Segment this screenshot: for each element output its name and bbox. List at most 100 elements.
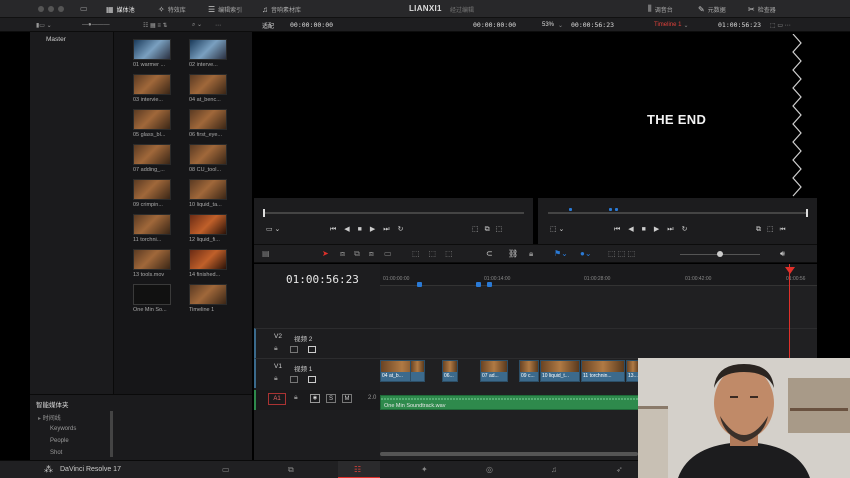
media-clip[interactable]: 04 at_benc... [189,74,231,103]
mute-button[interactable]: M [342,394,352,403]
media-clip[interactable]: 14 finished... [189,249,231,278]
tab-edit-index[interactable]: ☰ 编辑索引 [208,4,242,14]
tab-effects[interactable]: ✧ 特效库 [158,4,186,14]
media-clip[interactable]: 08 CU_tool... [189,144,231,173]
more-options-icon[interactable]: ⋯ [215,20,221,30]
video-clip[interactable]: 06... [442,360,458,382]
media-clip[interactable]: 11 torchni... [133,214,175,243]
playhead[interactable] [789,264,790,366]
track-enable-icon[interactable] [308,346,316,353]
video-clip[interactable]: 10 liquid_t... [540,360,580,382]
timeline-zoom-handle[interactable] [717,251,723,257]
program-scrubber[interactable] [548,212,806,214]
color-page-icon[interactable]: ◎ [486,465,493,474]
smart-bins-scrollbar[interactable] [110,411,113,457]
program-marker[interactable] [569,208,572,211]
source-scrub-head[interactable] [263,209,265,217]
fusion-page-icon[interactable]: ✦ [421,465,428,474]
edit-modes-icons[interactable]: ⬚⬚⬚ [412,249,462,258]
lock-icon[interactable]: 🔒︎ [529,249,533,259]
panel-toggle-icon[interactable]: ▮▭ ⌄ [36,20,52,30]
media-clip[interactable]: 13 tools.mov [133,249,175,278]
thumbnail-size-slider[interactable]: —●——— [82,20,110,30]
viewer-options-icon[interactable]: ⬚ ▭ ⋯ [770,20,791,30]
video-clip[interactable]: 09 c... [519,360,539,382]
snapping-icon[interactable]: ⊂ [486,249,493,258]
cut-page-icon[interactable]: ⧉ [288,465,294,475]
auto-track-icon[interactable] [290,346,298,353]
media-clip[interactable]: 02 interve... [189,39,231,68]
program-marker[interactable] [609,208,612,211]
audio-clip[interactable]: One Min Soundtrack.wav [380,395,640,410]
smart-bin-shot[interactable]: Shot [50,450,62,456]
selection-tool-icon[interactable]: ➤ [322,249,329,258]
deliver-page-icon[interactable]: ➶ [616,465,623,474]
media-clip[interactable]: 09 crimpin... [133,179,175,208]
media-clip[interactable]: 01 warmer ... [133,39,175,68]
workspace-icon[interactable]: ▭ [80,4,88,13]
media-clip[interactable]: 03 intervie... [133,74,175,103]
tab-sound-library[interactable]: ♫ 音响素材库 [262,4,301,14]
source-viewer[interactable] [254,40,533,198]
source-transport-controls[interactable]: ⏮◀■▶⏭↻ [330,225,411,234]
track-id-a1[interactable]: A1 [268,393,286,405]
program-view-options-icon[interactable]: ⬚ ⌄ [550,225,564,233]
solo-button[interactable]: S [326,394,336,403]
video-clip[interactable]: 11 torchnin... [581,360,625,382]
program-transport-controls[interactable]: ⏮◀■▶⏭↻ [614,225,695,234]
media-clip[interactable]: 06 first_eye... [189,109,231,138]
blade-tool-icon[interactable]: ▭ [384,249,392,258]
media-page-icon[interactable]: ▭ [222,465,230,474]
program-scrub-head[interactable] [806,209,808,217]
tab-metadata[interactable]: ✎ 元数据 [698,4,726,14]
auto-track-icon[interactable] [290,376,298,383]
timeline-ruler[interactable]: 01:00:00:00 01:00:14:00 01:00:28:00 01:0… [380,264,817,287]
tab-mixer[interactable]: ⫼ 调音台 [648,4,673,14]
media-clip[interactable]: 12 liquid_fi... [189,214,231,243]
video-clip[interactable]: 07 ad... [480,360,508,382]
speaker-icon[interactable]: 🔊︎ [780,249,785,259]
window-close-dot[interactable] [38,6,44,12]
program-marker[interactable] [615,208,618,211]
window-zoom-dot[interactable] [58,6,64,12]
track-enable-icon[interactable] [308,376,316,383]
timeline-marker[interactable] [417,282,422,287]
search-icon[interactable]: ⌕ ⌄ [192,20,202,30]
link-icon[interactable]: ⛓ [508,249,518,258]
zoom-select[interactable]: 53% [542,20,554,30]
source-match-icons[interactable]: ⬚⧉⬚ [472,225,508,234]
bin-master[interactable]: Master [46,36,66,43]
media-clip[interactable]: Timeline 1 [189,284,231,313]
lock-track-icon[interactable]: 🔒︎ [294,394,298,402]
timeline-scrollbar[interactable] [380,452,638,456]
media-clip[interactable]: 05 glass_bl... [133,109,175,138]
tab-media-pool[interactable]: ▦ 媒体池 [106,4,135,14]
zoom-full-icon[interactable]: ⬚ ⬚ ⬚ [608,249,635,258]
timeline-marker[interactable] [487,282,492,287]
lock-track-icon[interactable]: 🔒︎ [274,375,278,383]
lock-track-icon[interactable]: 🔒︎ [274,345,278,353]
media-clip[interactable]: 10 liquid_ta... [189,179,231,208]
record-track-icon[interactable]: ◉ [310,394,320,403]
marker-icon[interactable]: ●⌄ [580,249,592,258]
window-minimize-dot[interactable] [48,6,54,12]
smart-bin-people[interactable]: People [50,438,69,444]
timeline-marker[interactable] [476,282,481,287]
fairlight-page-icon[interactable]: ♫ [551,465,557,474]
timeline-select[interactable]: Timeline 1 ⌄ [654,20,689,30]
edit-page-tab[interactable]: ☷ [338,461,380,478]
trim-tools-icons[interactable]: ⧈⧉⧈ [340,249,383,259]
fit-select[interactable]: 适配 [262,20,274,30]
source-scrubber[interactable] [264,212,524,214]
media-clip[interactable]: 07 adding_... [133,144,175,173]
zoom-dropdown-icon[interactable]: ⌄ [558,20,563,30]
program-match-icons[interactable]: ⧉⬚⏮ [756,225,791,234]
list-view-icon[interactable]: ☷ ▦ ≡ ⇅ [143,20,168,30]
flag-icon[interactable]: ⚑⌄ [554,249,568,258]
smart-bin-keywords[interactable]: Keywords [50,426,76,432]
timeline-view-options-icon[interactable]: ▤ [262,249,270,258]
video-clip[interactable] [410,360,425,382]
source-view-options-icon[interactable]: ▭ ⌄ [266,225,280,233]
playhead-handle[interactable] [785,267,795,274]
media-clip[interactable]: One Min So... [133,284,175,313]
